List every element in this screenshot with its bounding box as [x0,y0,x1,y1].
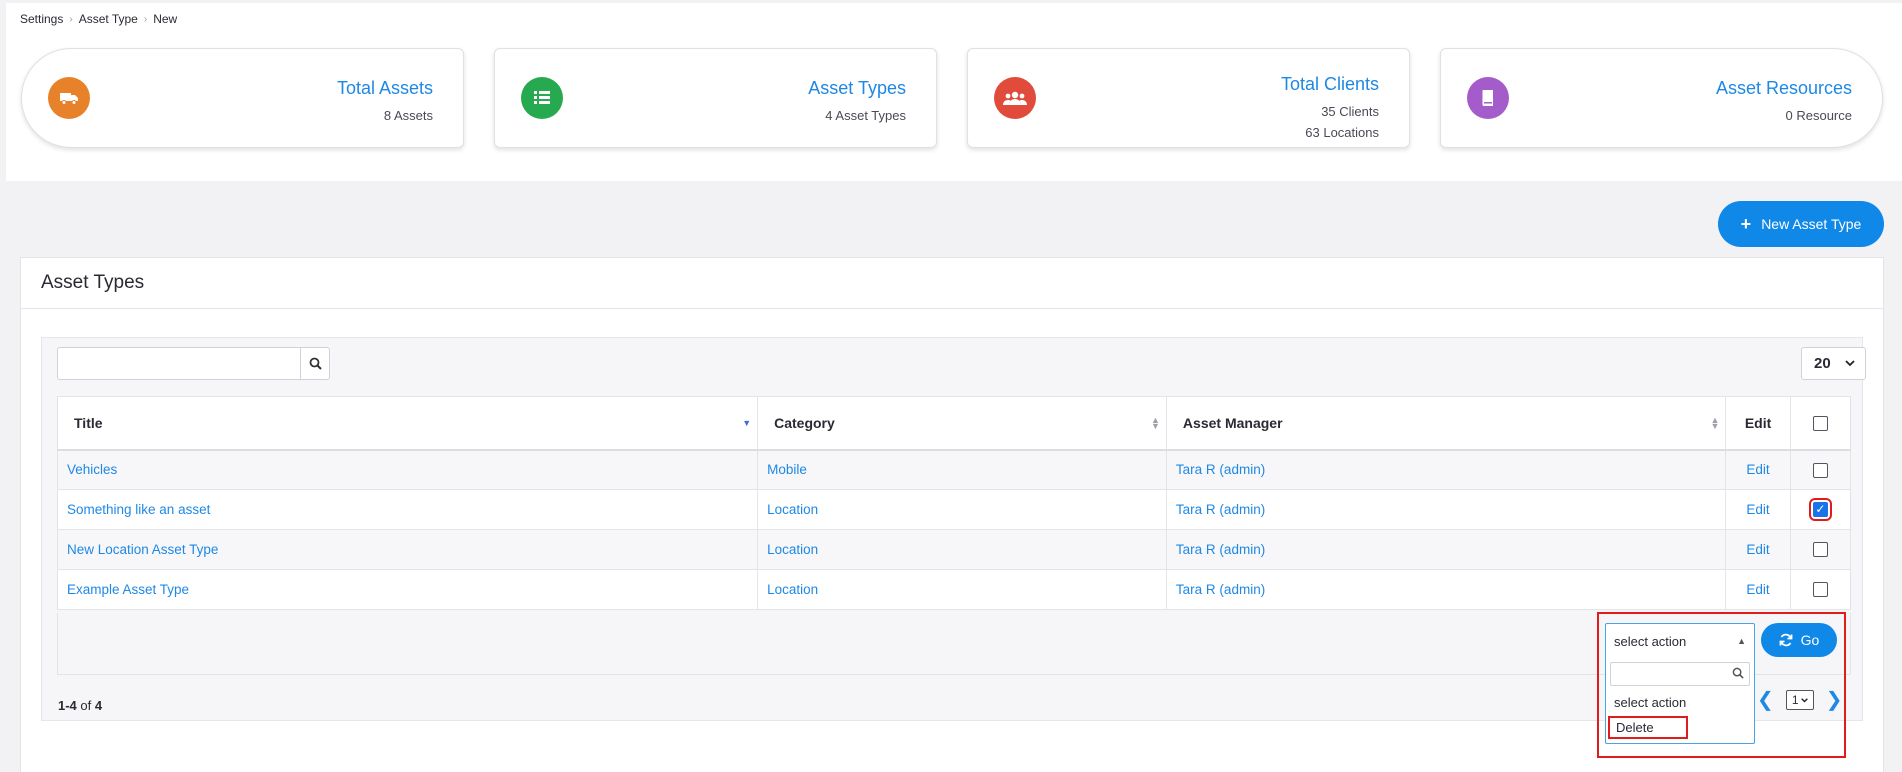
scrollbar[interactable] [1890,257,1902,772]
breadcrumb: Settings › Asset Type › New [20,12,177,26]
users-icon [994,77,1036,119]
action-filter-input[interactable] [1610,662,1750,686]
page-select[interactable]: 1 [1785,690,1814,710]
card-asset-types[interactable]: Asset Types 4 Asset Types [494,48,937,148]
row-manager-link[interactable]: Tara R (admin) [1165,529,1727,570]
row-manager-link[interactable]: Tara R (admin) [1165,569,1727,610]
row-edit-link[interactable]: Edit [1725,489,1791,530]
row-category-link[interactable]: Location [757,489,1167,530]
delete-option-label: Delete [1608,716,1688,739]
page-size-select[interactable]: 20 [1801,347,1866,380]
row-checkbox-cell [1789,529,1852,570]
action-option-select-action[interactable]: select action [1606,690,1754,715]
chevron-right-icon[interactable]: ❯ [1826,690,1843,710]
card-subtitle: 35 Clients [1321,104,1379,119]
asset-types-table: Title ▼ Category ▲ ▼ Asset Manager ▲ ▼ Edi… [56,396,1852,610]
pagination: ❮ 1 ❯ [1757,690,1843,710]
row-title-link[interactable]: Vehicles [56,449,759,490]
column-header-category[interactable]: Category ▲ ▼ [757,396,1167,451]
breadcrumb-separator: › [143,13,148,25]
refresh-icon [1779,633,1793,647]
result-count: 1-4 of 4 [58,698,103,713]
new-asset-type-button[interactable]: + New Asset Type [1718,201,1884,247]
row-title-link[interactable]: Example Asset Type [56,569,759,610]
row-manager-link[interactable]: Tara R (admin) [1165,489,1727,530]
row-category-link[interactable]: Location [757,529,1167,570]
row-checkbox-checked[interactable]: ✓ [1808,498,1832,522]
card-subtitle: 4 Asset Types [825,108,906,123]
row-manager-link[interactable]: Tara R (admin) [1165,449,1727,490]
row-checkbox[interactable] [1812,462,1828,478]
row-checkbox-cell: ✓ [1789,489,1852,530]
card-total-clients[interactable]: Total Clients 35 Clients 63 Locations [967,48,1410,148]
breadcrumb-separator: › [69,13,73,25]
go-label: Go [1800,632,1820,648]
caret-up-icon: ▲ [1737,636,1746,646]
row-edit-link[interactable]: Edit [1725,529,1791,570]
card-title[interactable]: Total Clients [1281,74,1379,95]
column-header-title[interactable]: Title ▼ [56,396,759,451]
action-select-dropdown[interactable]: select action ▲ select action Delete [1605,623,1755,744]
table-row: Vehicles Mobile Tara R (admin) Edit [56,449,1852,490]
card-title[interactable]: Asset Types [808,78,906,99]
select-all-checkbox-cell [1789,396,1852,451]
chevron-down-icon [1845,360,1855,367]
go-button[interactable]: Go [1761,623,1837,657]
card-subtitle: 63 Locations [1305,125,1379,140]
search-button[interactable] [300,347,330,380]
row-edit-link[interactable]: Edit [1725,569,1791,610]
table-row: New Location Asset Type Location Tara R … [56,529,1852,570]
search-bar [57,347,330,380]
row-checkbox[interactable] [1812,582,1828,598]
table-row: Something like an asset Location Tara R … [56,489,1852,530]
stat-cards: Total Assets 8 Assets Asset Types 4 Asse… [21,48,1883,148]
card-asset-resources[interactable]: Asset Resources 0 Resource [1440,48,1883,148]
page-size-value: 20 [1814,355,1831,372]
card-title[interactable]: Total Assets [337,78,433,99]
action-option-delete[interactable]: Delete [1606,715,1754,740]
row-category-link[interactable]: Mobile [757,449,1167,490]
book-icon [1467,77,1509,119]
bulk-action-row [57,613,1851,675]
breadcrumb-asset-type[interactable]: Asset Type [79,12,138,26]
column-header-edit: Edit [1725,396,1791,451]
summary-section: Settings › Asset Type › New Total Assets… [6,3,1902,181]
card-title[interactable]: Asset Resources [1716,78,1852,99]
panel-title: Asset Types [21,258,1883,309]
action-select-current[interactable]: select action ▲ [1606,624,1754,658]
card-subtitle: 8 Assets [383,108,433,123]
sort-icon: ▲ ▼ [1710,415,1720,431]
sort-desc-icon: ▼ [742,418,752,428]
new-asset-type-label: New Asset Type [1761,216,1862,232]
breadcrumb-settings[interactable]: Settings [20,12,63,26]
breadcrumb-new: New [153,12,178,26]
list-icon [521,77,563,119]
table-row: Example Asset Type Location Tara R (admi… [56,569,1852,610]
sort-icon: ▲ ▼ [1151,415,1160,431]
row-title-link[interactable]: New Location Asset Type [56,529,759,570]
card-subtitle: 0 Resource [1785,108,1852,123]
row-category-link[interactable]: Location [757,569,1167,610]
select-all-checkbox[interactable] [1812,416,1828,432]
search-input[interactable] [57,347,300,380]
chevron-left-icon[interactable]: ❮ [1757,690,1774,710]
row-checkbox[interactable] [1812,542,1828,558]
truck-icon [48,77,90,119]
row-edit-link[interactable]: Edit [1725,449,1791,490]
search-icon [309,357,322,370]
chevron-down-icon [1800,697,1808,703]
row-checkbox-cell [1789,569,1852,610]
card-total-assets[interactable]: Total Assets 8 Assets [21,48,464,148]
column-header-asset-manager[interactable]: Asset Manager ▲ ▼ [1165,396,1727,451]
row-checkbox-cell [1789,449,1852,490]
plus-icon: + [1740,213,1752,234]
row-title-link[interactable]: Something like an asset [56,489,759,530]
table-container: 20 Title ▼ Category ▲ ▼ Asset Manager ▲ ▼ [41,337,1866,721]
search-icon [1732,667,1744,679]
